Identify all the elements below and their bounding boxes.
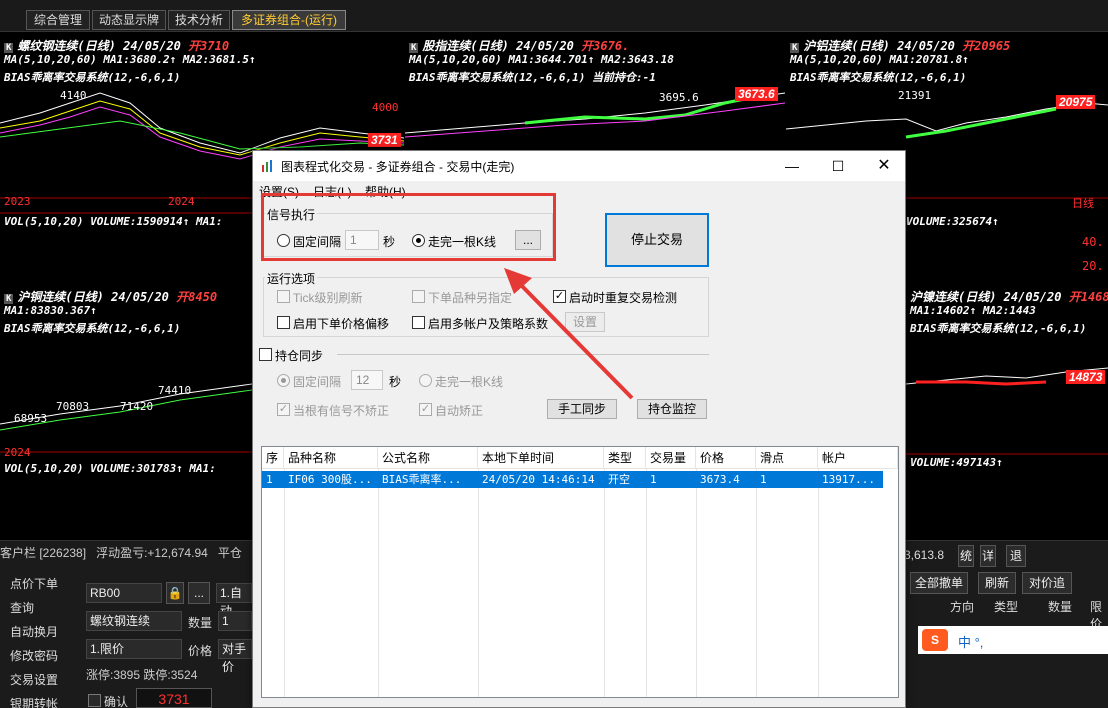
- app-root: 综合管理 动态显示牌 技术分析 多证券组合-(运行) K 螺纹钢连续(日线) 24…: [0, 0, 1108, 708]
- annotation-arrow: [504, 268, 634, 400]
